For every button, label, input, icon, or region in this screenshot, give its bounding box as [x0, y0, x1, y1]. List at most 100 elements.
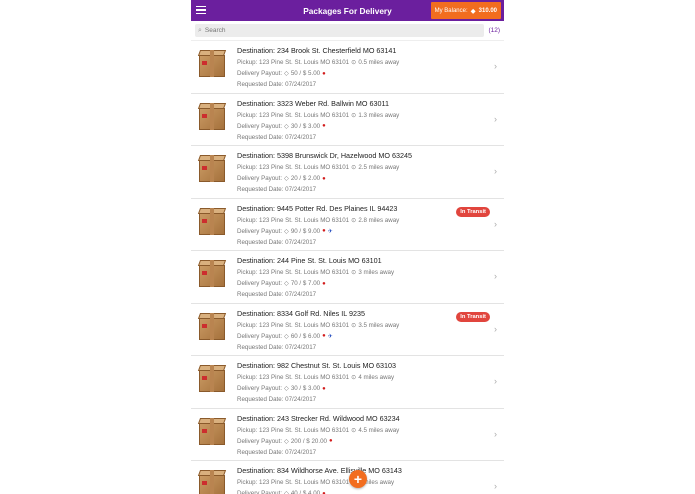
status-badge: In Transit	[456, 311, 490, 322]
package-list: Destination: 234 Brook St. Chesterfield …	[191, 41, 504, 494]
location-icon: ⊙	[351, 111, 357, 119]
location-icon: ⊙	[351, 216, 357, 224]
payout-line: Delivery Payout: ◇ 90 / $ 9.00 ● ✈	[237, 228, 504, 235]
transit-icon: ✈	[327, 228, 333, 235]
search-row: ⌕ (12)	[191, 21, 504, 41]
box-sticker	[202, 271, 207, 275]
drop-icon: ●	[322, 333, 326, 339]
payout-line: Delivery Payout: ◇ 200 / $ 20.00 ●	[237, 438, 504, 445]
balance-button[interactable]: My Balance: ◆ 310.00	[430, 2, 501, 19]
distance-text: 2.5 miles away	[358, 164, 400, 171]
drop-icon: ●	[328, 438, 333, 444]
distance-text: 1.3 miles away	[358, 111, 400, 119]
gem-icon: ◇	[284, 175, 289, 182]
chevron-right-icon: ›	[494, 113, 497, 124]
pickup-text: Pickup: 123 Pine St. St. Louis MO 63101	[237, 111, 350, 119]
box-tape	[210, 470, 214, 494]
payout-line: Delivery Payout: ◇ 30 / $ 3.00 ●	[237, 385, 504, 392]
package-thumbnail	[194, 467, 231, 494]
gem-icon: ◇	[284, 490, 289, 494]
package-info: Destination: 3323 Weber Rd. Ballwin MO 6…	[237, 98, 504, 146]
balance-label: My Balance:	[434, 7, 468, 14]
destination-text: Destination: 243 Strecker Rd. Wildwood M…	[237, 413, 400, 423]
pickup-text: Pickup: 123 Pine St. St. Louis MO 63101	[237, 59, 350, 66]
date-line: Requested Date: 07/24/2017	[237, 291, 317, 298]
chevron-right-icon: ›	[494, 323, 497, 334]
box-tape	[210, 312, 214, 340]
location-icon: ⊙	[351, 269, 357, 276]
box-tape	[210, 207, 214, 235]
package-info: Destination: 5398 Brunswick Dr, Hazelwoo…	[237, 150, 504, 198]
date-line: Requested Date: 07/24/2017	[237, 81, 317, 88]
pickup-line: Pickup: 123 Pine St. St. Louis MO 63101 …	[237, 112, 504, 119]
balance-value: 310.00	[478, 7, 497, 14]
chevron-right-icon: ›	[494, 61, 497, 71]
chevron-right-icon: ›	[494, 376, 497, 386]
pickup-text: Pickup: 123 Pine St. St. Louis MO 63101	[237, 321, 350, 329]
box-sticker	[202, 428, 207, 433]
package-thumbnail	[194, 205, 231, 242]
pickup-line: Pickup: 123 Pine St. St. Louis MO 63101 …	[237, 479, 504, 486]
package-thumbnail	[194, 415, 231, 452]
package-row[interactable]: Destination: 243 Strecker Rd. Wildwood M…	[191, 409, 504, 461]
payout-line: Delivery Payout: ◇ 30 / $ 3.00 ●	[237, 123, 504, 130]
package-info: Destination: 982 Chestnut St. St. Louis …	[237, 360, 504, 408]
package-row[interactable]: Destination: 234 Brook St. Chesterfield …	[191, 41, 504, 94]
pickup-text: Pickup: 123 Pine St. St. Louis MO 63101	[237, 374, 350, 381]
menu-icon[interactable]	[196, 6, 206, 15]
package-row[interactable]: Destination: 834 Wildhorse Ave. Ellisvil…	[191, 461, 504, 494]
pickup-line: Pickup: 123 Pine St. St. Louis MO 63101 …	[237, 374, 504, 381]
box-tape	[210, 365, 214, 392]
pickup-line: Pickup: 123 Pine St. St. Louis MO 63101 …	[237, 322, 504, 329]
box-sticker	[202, 376, 207, 380]
gem-icon: ◆	[470, 7, 476, 15]
search-input[interactable]	[204, 27, 482, 34]
chevron-right-icon: ›	[494, 271, 497, 281]
pickup-line: Pickup: 123 Pine St. St. Louis MO 63101 …	[237, 269, 504, 276]
location-icon: ⊙	[351, 321, 357, 329]
location-icon: ⊙	[351, 164, 357, 171]
package-row[interactable]: Destination: 8334 Golf Rd. Niles IL 9235…	[191, 304, 504, 356]
pickup-line: Pickup: 123 Pine St. St. Louis MO 63101 …	[237, 59, 504, 66]
gem-icon: ◇	[284, 70, 289, 77]
location-icon: ⊙	[351, 374, 357, 381]
payout-value: 30 / $ 3.00	[290, 385, 321, 392]
box-sticker	[202, 113, 207, 118]
payout-label: Delivery Payout:	[237, 122, 283, 130]
payout-label: Delivery Payout:	[237, 227, 283, 235]
payout-value: 20 / $ 2.00	[290, 175, 321, 182]
payout-value: 40 / $ 4.00	[290, 490, 321, 494]
payout-label: Delivery Payout:	[237, 280, 283, 287]
package-row[interactable]: Destination: 982 Chestnut St. St. Louis …	[191, 356, 504, 409]
package-row[interactable]: Destination: 3323 Weber Rd. Ballwin MO 6…	[191, 94, 504, 146]
pickup-line: Pickup: 123 Pine St. St. Louis MO 63101 …	[237, 164, 504, 171]
distance-text: 2.8 miles away	[358, 216, 400, 224]
payout-value: 50 / $ 5.00	[290, 70, 321, 77]
payout-line: Delivery Payout: ◇ 70 / $ 7.00 ●	[237, 280, 504, 287]
chevron-right-icon: ›	[494, 166, 497, 176]
result-count: (12)	[488, 27, 500, 34]
package-row[interactable]: Destination: 9445 Potter Rd. Des Plaines…	[191, 199, 504, 251]
payout-label: Delivery Payout:	[237, 332, 283, 340]
app-frame: Packages For Delivery My Balance: ◆ 310.…	[191, 0, 504, 494]
pickup-text: Pickup: 123 Pine St. St. Louis MO 63101	[237, 164, 350, 171]
drop-icon: ●	[322, 228, 326, 234]
destination-text: Destination: 982 Chestnut St. St. Louis …	[237, 361, 397, 370]
package-thumbnail	[194, 257, 231, 294]
date-line: Requested Date: 07/24/2017	[237, 343, 317, 351]
add-package-button[interactable]: +	[349, 470, 367, 488]
pickup-line: Pickup: 123 Pine St. St. Louis MO 63101 …	[237, 427, 504, 434]
search-box[interactable]: ⌕	[195, 24, 485, 37]
package-row[interactable]: Destination: 5398 Brunswick Dr, Hazelwoo…	[191, 146, 504, 199]
package-row[interactable]: Destination: 244 Pine St. St. Louis MO 6…	[191, 251, 504, 304]
date-line: Requested Date: 07/24/2017	[237, 238, 317, 246]
gem-icon: ◇	[284, 332, 289, 340]
pickup-text: Pickup: 123 Pine St. St. Louis MO 63101	[237, 216, 350, 224]
distance-text: 4 miles away	[358, 374, 395, 381]
chevron-right-icon: ›	[494, 218, 497, 229]
box-tape	[210, 102, 214, 130]
pickup-text: Pickup: 123 Pine St. St. Louis MO 63101	[237, 426, 350, 434]
chevron-right-icon: ›	[494, 428, 497, 439]
package-info: Destination: 234 Brook St. Chesterfield …	[237, 45, 504, 93]
package-info: Destination: 243 Strecker Rd. Wildwood M…	[237, 413, 504, 461]
